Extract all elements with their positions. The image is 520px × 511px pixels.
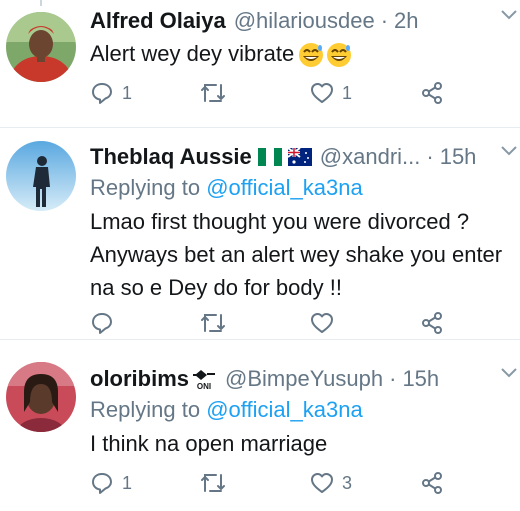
display-name[interactable]: oloribims	[90, 366, 189, 392]
mention-link[interactable]: @official_ka3na	[206, 175, 362, 200]
share-icon	[422, 472, 442, 494]
like-button[interactable]	[310, 308, 342, 338]
tweet-3[interactable]: oloribims ONI @BimpeYusuph · 15h Replyin…	[0, 340, 520, 511]
tweet-actions: 1 3	[90, 468, 450, 498]
tweet-text-line: I think na open marriage	[90, 431, 328, 456]
oni-badge-text: ONI	[197, 382, 211, 391]
tweet-text: I think na open marriage	[90, 427, 514, 460]
tweet-text-line: Anyways bet an alert wey shake you enter	[90, 242, 503, 267]
tweet-header: Alfred Olaiya @hilariousdee · 2h	[90, 4, 512, 38]
like-count: 1	[342, 82, 353, 103]
reply-icon	[92, 473, 112, 494]
oni-badge-icon: ONI	[193, 370, 216, 391]
like-count: 3	[342, 472, 353, 493]
tweet-text-content: Alert wey dey vibrate	[90, 41, 295, 66]
share-button[interactable]	[420, 308, 444, 338]
like-button[interactable]: 3	[310, 468, 352, 498]
user-handle[interactable]: @xandri...	[320, 144, 421, 170]
tweet-2[interactable]: Theblaq Aussie @xandri... · 15h Replying…	[0, 128, 520, 339]
avatar[interactable]	[6, 362, 76, 432]
display-name[interactable]: Theblaq Aussie	[90, 144, 252, 170]
retweet-icon	[201, 84, 225, 102]
share-icon	[422, 82, 442, 104]
retweet-button[interactable]	[200, 468, 234, 498]
replying-to: Replying to @official_ka3na	[90, 397, 363, 423]
tweet-text-line: Lmao first thought you were divorced ?	[90, 209, 470, 234]
chevron-down-icon[interactable]	[500, 144, 518, 158]
retweet-icon	[201, 314, 225, 332]
reply-count: 1	[122, 82, 133, 103]
retweet-icon	[201, 474, 225, 492]
separator: ·	[380, 8, 389, 33]
tweet-1[interactable]: Alfred Olaiya @hilariousdee · 2h Alert w…	[0, 0, 520, 127]
replying-prefix: Replying to	[90, 175, 201, 200]
nigeria-flag-icon	[257, 148, 282, 166]
tweet-actions	[90, 308, 450, 338]
chevron-down-icon[interactable]	[500, 366, 518, 380]
share-icon	[422, 312, 442, 334]
reply-button[interactable]: 1	[90, 78, 132, 108]
tweet-header: Theblaq Aussie @xandri... · 15h	[90, 140, 512, 174]
like-button[interactable]: 1	[310, 78, 352, 108]
tweet-text-line: na so e Dey do for body !!	[90, 275, 342, 300]
reply-button[interactable]: 1	[90, 468, 132, 498]
grinning-sweat-emoji	[299, 43, 352, 68]
share-button[interactable]	[420, 468, 444, 498]
reply-icon	[92, 313, 112, 334]
separator: ·	[389, 366, 397, 391]
timestamp[interactable]: 15h	[402, 366, 439, 392]
timestamp[interactable]: 2h	[394, 8, 418, 34]
reply-count: 1	[122, 472, 133, 493]
retweet-button[interactable]	[200, 308, 234, 338]
timestamp[interactable]: 15h	[440, 144, 477, 170]
like-icon	[311, 313, 333, 333]
display-name[interactable]: Alfred Olaiya	[90, 8, 226, 34]
user-handle[interactable]: @BimpeYusuph	[225, 366, 383, 392]
tweet-text: Alert wey dey vibrate	[90, 37, 514, 70]
mention-link[interactable]: @official_ka3na	[206, 397, 362, 422]
replying-to: Replying to @official_ka3na	[90, 175, 363, 201]
reply-icon	[92, 83, 112, 104]
avatar[interactable]	[6, 141, 76, 211]
tweet-text: Lmao first thought you were divorced ? A…	[90, 205, 514, 304]
reply-button[interactable]	[90, 308, 122, 338]
avatar[interactable]	[6, 12, 76, 82]
share-button[interactable]	[420, 78, 444, 108]
chevron-down-icon[interactable]	[500, 8, 518, 22]
australia-flag-icon	[287, 148, 312, 166]
tweet-actions: 1 1	[90, 78, 450, 108]
like-icon	[311, 83, 333, 103]
separator: ·	[426, 144, 434, 169]
tweet-header: oloribims ONI @BimpeYusuph · 15h	[90, 362, 512, 396]
user-handle[interactable]: @hilariousdee	[234, 8, 375, 34]
replying-prefix: Replying to	[90, 397, 201, 422]
retweet-button[interactable]	[200, 78, 234, 108]
like-icon	[311, 473, 333, 493]
